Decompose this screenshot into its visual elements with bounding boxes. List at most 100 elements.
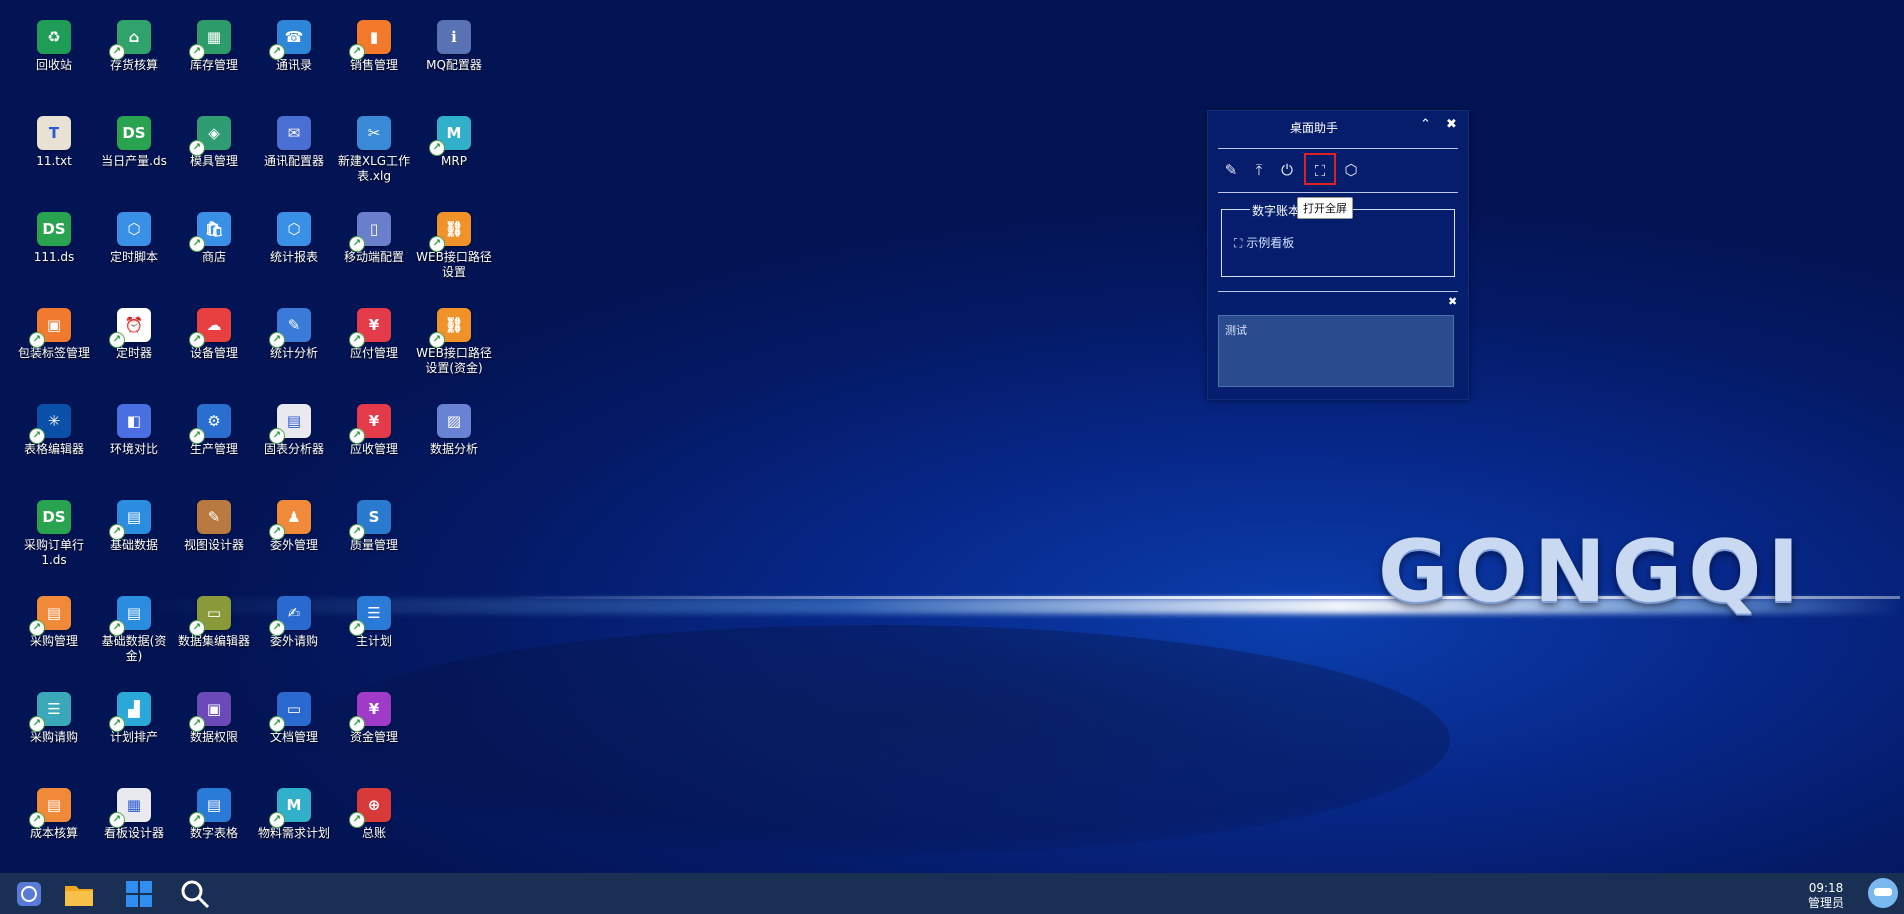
desktop-icon-label: 文档管理 [269, 730, 318, 744]
desktop-icon[interactable]: ▤ ↗ 成本核算 [14, 788, 94, 873]
desktop-icon[interactable]: ▯ ↗ 移动端配置 [334, 212, 414, 308]
desktop-icon[interactable]: ⛓ ↗ WEB接口路径设置 [414, 212, 494, 308]
desktop-icon[interactable]: ✳ ↗ 表格编辑器 [14, 404, 94, 500]
contacts-icon: ☎ ↗ [269, 20, 311, 60]
shortcut-link-icon: ↗ [429, 236, 445, 252]
desktop-icon[interactable]: ✎ ↗ 统计分析 [254, 308, 334, 404]
desktop-icon[interactable]: ⚙ ↗ 生产管理 [174, 404, 254, 500]
shortcut-link-icon: ↗ [29, 812, 45, 828]
desktop-icon[interactable]: DS 111.ds [14, 212, 94, 308]
desktop-icon[interactable]: ⛓ ↗ WEB接口路径设置(资金) [414, 308, 494, 404]
desktop-icon[interactable]: ✍ ↗ 委外请购 [254, 596, 334, 692]
receivable-management-icon: ¥ ↗ [349, 404, 391, 444]
desktop-icon[interactable]: ▦ ↗ 看板设计器 [94, 788, 174, 873]
desktop-icon[interactable]: ✉ 通讯配置器 [254, 116, 334, 212]
group-title: 数字账本 [1250, 202, 1303, 219]
desktop-icon[interactable]: ¥ ↗ 应收管理 [334, 404, 414, 500]
chat-icon[interactable] [1866, 876, 1900, 910]
production-management-icon: ⚙ ↗ [189, 404, 231, 444]
material-plan-icon: M ↗ [269, 788, 311, 828]
desktop-icon[interactable]: ⬡ 统计报表 [254, 212, 334, 308]
desktop-icon[interactable]: ⊕ ↗ 总账 [334, 788, 414, 873]
desktop-icon[interactable]: ▣ ↗ 包装标签管理 [14, 308, 94, 404]
time: 09:18 [1808, 881, 1844, 895]
desktop-icon[interactable]: ⌂ ↗ 存货核算 [94, 20, 174, 116]
desktop-icon[interactable]: ▤ ↗ 数字表格 [174, 788, 254, 873]
shortcut-link-icon: ↗ [109, 332, 125, 348]
desktop-icon-label: 模具管理 [189, 154, 238, 168]
base-data-fund-icon: ▤ ↗ [109, 596, 151, 636]
desktop-icon[interactable]: ♻ 回收站 [14, 20, 94, 116]
pin-top-icon[interactable]: ⤒ [1248, 159, 1270, 181]
windows-icon[interactable] [122, 877, 156, 911]
desktop-icon[interactable]: ▤ ↗ 采购管理 [14, 596, 94, 692]
stat-analysis-icon: ✎ ↗ [269, 308, 311, 348]
desktop-icon[interactable]: ▮ ↗ 销售管理 [334, 20, 414, 116]
desktop-icon[interactable]: ¥ ↗ 资金管理 [334, 692, 414, 788]
desktop-icon[interactable]: DS 当日产量.ds [94, 116, 174, 212]
search-icon[interactable] [178, 877, 212, 911]
desktop-icon[interactable]: ⬡ 定时脚本 [94, 212, 174, 308]
mrp-icon: M ↗ [429, 116, 471, 156]
desktop-icon[interactable]: M ↗ MRP [414, 116, 494, 212]
shortcut-link-icon: ↗ [349, 524, 365, 540]
ds-file-icon: DS [117, 116, 151, 150]
shortcut-link-icon: ↗ [349, 44, 365, 60]
desktop-icon[interactable]: ☎ ↗ 通讯录 [254, 20, 334, 116]
desktop-icon-label: 应收管理 [349, 442, 398, 456]
desktop-icon[interactable]: ▤ ↗ 基础数据 [94, 500, 174, 596]
desktop-icon[interactable]: M ↗ 物料需求计划 [254, 788, 334, 873]
desktop-icon[interactable]: ℹ MQ配置器 [414, 20, 494, 116]
folder-icon[interactable] [62, 877, 96, 911]
desktop-icon-label: 视图设计器 [183, 538, 244, 552]
desktop-icon-label: 看板设计器 [103, 826, 164, 840]
desktop-icon[interactable]: ♟ ↗ 委外管理 [254, 500, 334, 596]
desktop-icon[interactable]: DS 采购订单行1.ds [14, 500, 94, 596]
desktop-icon[interactable]: ▦ ↗ 库存管理 [174, 20, 254, 116]
desktop-icon[interactable]: ✎ 视图设计器 [174, 500, 254, 596]
shortcut-link-icon: ↗ [29, 620, 45, 636]
board-designer-icon: ▦ ↗ [109, 788, 151, 828]
desktop-icon[interactable]: ◈ ↗ 模具管理 [174, 116, 254, 212]
desktop-icon[interactable]: 🛍 ↗ 商店 [174, 212, 254, 308]
package-label-icon: ▣ ↗ [29, 308, 71, 348]
desktop-icon[interactable]: T 11.txt [14, 116, 94, 212]
data-permission-icon: ▣ ↗ [189, 692, 231, 732]
desktop-icon[interactable]: ▭ ↗ 文档管理 [254, 692, 334, 788]
desktop-icon-label: 回收站 [35, 58, 72, 72]
desktop-icon[interactable]: ▤ ↗ 固表分析器 [254, 404, 334, 500]
desktop-icon[interactable]: ☰ ↗ 采购请购 [14, 692, 94, 788]
mobile-config-icon: ▯ ↗ [349, 212, 391, 252]
desktop-icon[interactable]: ✂ 新建XLG工作表.xlg [334, 116, 414, 212]
start-menu-icon[interactable] [12, 877, 46, 911]
fullscreen-icon[interactable]: ⛶ [1304, 153, 1336, 185]
notes-close-icon[interactable]: ✖ [1448, 295, 1457, 308]
edit-icon[interactable]: ✎ [1220, 159, 1242, 181]
power-icon[interactable]: ⏻ [1276, 159, 1298, 181]
cube-icon[interactable]: ⬡ [1340, 159, 1362, 181]
board-item[interactable]: ⛶ 示例看板 [1234, 234, 1294, 251]
desktop-icon-label: 物料需求计划 [257, 826, 330, 840]
notes-textarea[interactable]: 测试 [1218, 315, 1454, 387]
close-icon[interactable]: ✖ [1446, 117, 1457, 132]
plan-scheduling-icon: ▟ ↗ [109, 692, 151, 732]
desktop-icon[interactable]: ▨ 数据分析 [414, 404, 494, 500]
chevron-up-icon[interactable]: ⌃ [1420, 117, 1431, 132]
shortcut-link-icon: ↗ [189, 812, 205, 828]
desktop-icon[interactable]: ¥ ↗ 应付管理 [334, 308, 414, 404]
desktop-icon[interactable]: ☰ ↗ 主计划 [334, 596, 414, 692]
payable-management-icon: ¥ ↗ [349, 308, 391, 348]
desktop-icon[interactable]: ▣ ↗ 数据权限 [174, 692, 254, 788]
desktop-icon[interactable]: ▟ ↗ 计划排产 [94, 692, 174, 788]
shortcut-link-icon: ↗ [109, 524, 125, 540]
divider [1218, 148, 1458, 149]
text-file-icon: T [37, 116, 71, 150]
desktop-icon[interactable]: ☁ ↗ 设备管理 [174, 308, 254, 404]
desktop-icon[interactable]: S ↗ 质量管理 [334, 500, 414, 596]
desktop-icon[interactable]: ⏰ ↗ 定时器 [94, 308, 174, 404]
clock: 09:18 管理员 [1808, 881, 1844, 911]
desktop-icon[interactable]: ▤ ↗ 基础数据(资金) [94, 596, 174, 692]
desktop-icon[interactable]: ▭ ↗ 数据集编辑器 [174, 596, 254, 692]
desktop-icon-label: 统计报表 [269, 250, 318, 264]
desktop-icon[interactable]: ◧ 环境对比 [94, 404, 174, 500]
